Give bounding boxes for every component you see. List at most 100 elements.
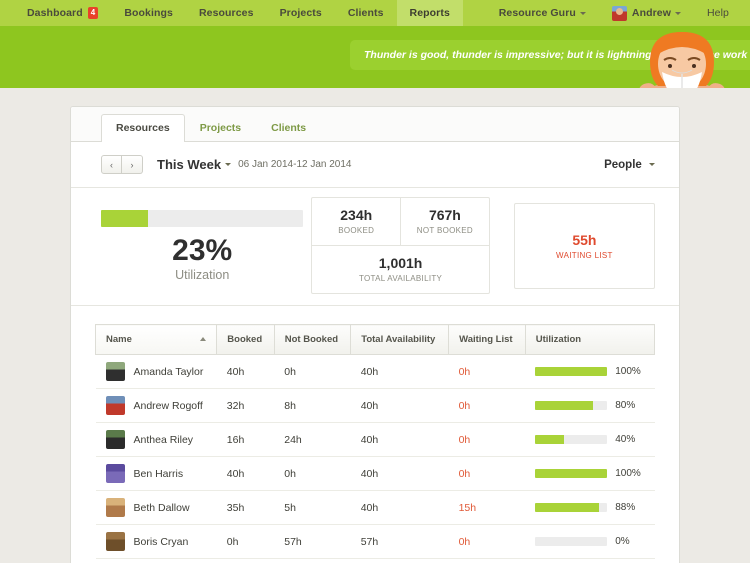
name-cell-content: Boris Cryan: [106, 532, 207, 551]
resource-name: Anthea Riley: [134, 434, 194, 446]
nav-item-projects[interactable]: Projects: [267, 0, 335, 26]
column-header-total-availability[interactable]: Total Availability: [351, 325, 449, 355]
cell-not-booked: 0h: [274, 355, 350, 389]
tab-resources[interactable]: Resources: [101, 114, 185, 142]
utilization-bar-group: 88%: [535, 502, 644, 513]
table-row[interactable]: Anthea Riley16h24h40h0h40%: [96, 423, 655, 457]
account-menu[interactable]: Resource Guru: [486, 0, 599, 26]
report-card: ResourcesProjectsClients ‹ › This Week 0…: [70, 106, 680, 563]
utilization-bar-group: 80%: [535, 400, 644, 411]
date-range-toolbar: ‹ › This Week 06 Jan 2014-12 Jan 2014 Pe…: [71, 142, 679, 188]
cell-waiting-list: 0h: [449, 355, 526, 389]
cell-total-availability: 40h: [351, 457, 449, 491]
resources-table: Name Booked Not Booked Total Availability Wa…: [95, 324, 655, 559]
cell-booked: 40h: [217, 355, 274, 389]
cell-utilization: 100%: [525, 457, 654, 491]
cell-utilization: 100%: [525, 355, 654, 389]
tab-clients[interactable]: Clients: [256, 114, 321, 142]
utilization-percent-label: 100%: [615, 468, 641, 479]
chevron-down-icon[interactable]: [225, 163, 231, 166]
nav-item-resources[interactable]: Resources: [186, 0, 267, 26]
tab-projects[interactable]: Projects: [185, 114, 256, 142]
cell-waiting-list: 0h: [449, 457, 526, 491]
utilization-progress-fill: [101, 210, 148, 227]
cell-waiting-list: 0h: [449, 423, 526, 457]
cell-not-booked: 8h: [274, 389, 350, 423]
cell-waiting-list: 0h: [449, 525, 526, 559]
name-cell-content: Anthea Riley: [106, 430, 207, 449]
booked-stat: 234h BOOKED: [312, 198, 400, 245]
primary-nav: Dashboard4Bookings Resources Projects Clien…: [0, 0, 463, 26]
column-header-label: Waiting List: [459, 334, 512, 345]
cell-name: Beth Dallow: [96, 491, 217, 525]
column-header-label: Booked: [227, 334, 262, 345]
cell-waiting-list: 15h: [449, 491, 526, 525]
avatar: [106, 498, 125, 517]
not-booked-value: 767h: [401, 207, 489, 223]
cell-not-booked: 5h: [274, 491, 350, 525]
table-row[interactable]: Beth Dallow35h5h40h15h88%: [96, 491, 655, 525]
utilization-bar-track: [535, 503, 607, 512]
column-header-utilization[interactable]: Utilization: [525, 325, 654, 355]
avatar: [612, 6, 627, 21]
nav-item-dashboard[interactable]: Dashboard4: [14, 0, 111, 26]
nav-item-clients[interactable]: Clients: [335, 0, 397, 26]
name-cell-content: Ben Harris: [106, 464, 207, 483]
cell-booked: 32h: [217, 389, 274, 423]
resource-name: Amanda Taylor: [134, 366, 204, 378]
not-booked-label: NOT BOOKED: [401, 226, 489, 235]
column-header-booked[interactable]: Booked: [217, 325, 274, 355]
summary-panel: 23% Utilization 234h BOOKED 767h NOT BOO…: [71, 188, 679, 306]
cell-total-availability: 40h: [351, 423, 449, 457]
column-header-label: Total Availability: [361, 334, 435, 345]
table-row[interactable]: Andrew Rogoff32h8h40h0h80%: [96, 389, 655, 423]
cell-name: Amanda Taylor: [96, 355, 217, 389]
table-row[interactable]: Amanda Taylor40h0h40h0h100%: [96, 355, 655, 389]
help-link[interactable]: Help: [694, 0, 742, 26]
utilization-bar-track: [535, 367, 607, 376]
table-head: Name Booked Not Booked Total Availability Wa…: [96, 325, 655, 355]
utilization-bar-group: 100%: [535, 468, 644, 479]
nav-item-reports[interactable]: Reports: [397, 0, 463, 26]
utilization-summary: 23% Utilization: [95, 210, 303, 282]
people-filter-label: People: [604, 159, 642, 171]
column-header-waiting-list[interactable]: Waiting List: [449, 325, 526, 355]
people-filter[interactable]: People: [604, 159, 655, 171]
quote-banner: Thunder is good, thunder is impressive; …: [0, 26, 750, 88]
utilization-bar-fill: [535, 469, 607, 478]
name-cell-content: Amanda Taylor: [106, 362, 207, 381]
table-row[interactable]: Ben Harris40h0h40h0h100%: [96, 457, 655, 491]
table-body: Amanda Taylor40h0h40h0h100%Andrew Rogoff…: [96, 355, 655, 559]
range-selector[interactable]: This Week: [157, 157, 221, 172]
nav-item-label: Resources: [199, 7, 254, 19]
column-header-name[interactable]: Name: [96, 325, 217, 355]
cell-booked: 16h: [217, 423, 274, 457]
prev-period-button[interactable]: ‹: [101, 155, 122, 174]
utilization-percent-label: 80%: [615, 400, 635, 411]
booked-value: 234h: [312, 207, 400, 223]
cell-name: Ben Harris: [96, 457, 217, 491]
account-menu-label: Resource Guru: [499, 7, 576, 19]
user-menu[interactable]: Andrew: [599, 0, 694, 26]
nav-item-label: Clients: [348, 7, 384, 19]
avatar: [106, 396, 125, 415]
hours-stats-top-row: 234h BOOKED 767h NOT BOOKED: [312, 198, 488, 245]
resource-name: Ben Harris: [134, 468, 184, 480]
table-row[interactable]: Boris Cryan0h57h57h0h0%: [96, 525, 655, 559]
booked-label: BOOKED: [312, 226, 400, 235]
utilization-bar-group: 0%: [535, 536, 644, 547]
column-header-not-booked[interactable]: Not Booked: [274, 325, 350, 355]
column-header-label: Name: [106, 334, 132, 345]
secondary-nav: Resource Guru Andrew Help: [486, 0, 750, 26]
avatar: [106, 430, 125, 449]
utilization-bar-track: [535, 401, 607, 410]
utilization-value: 23%: [101, 236, 303, 266]
cell-total-availability: 57h: [351, 525, 449, 559]
cell-utilization: 88%: [525, 491, 654, 525]
resource-name: Boris Cryan: [134, 536, 189, 548]
utilization-bar-fill: [535, 367, 607, 376]
next-period-button[interactable]: ›: [122, 155, 143, 174]
nav-item-bookings[interactable]: Bookings: [111, 0, 186, 26]
top-navigation-bar: Dashboard4Bookings Resources Projects Clien…: [0, 0, 750, 26]
not-booked-stat: 767h NOT BOOKED: [400, 198, 489, 245]
